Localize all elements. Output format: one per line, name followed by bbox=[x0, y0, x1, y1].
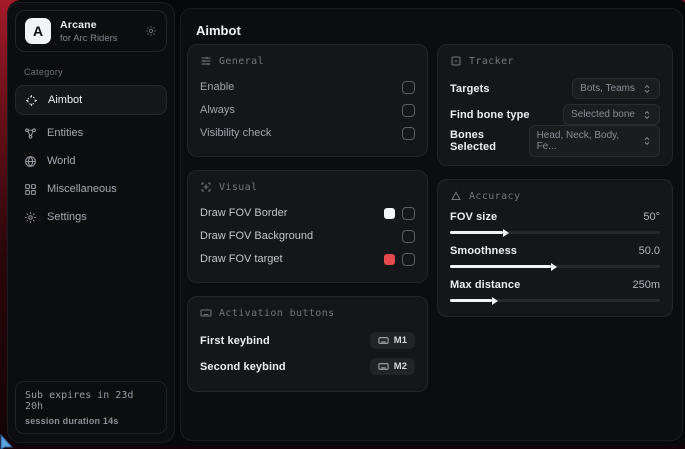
setting-row-targets: Targets Bots, Teams bbox=[450, 76, 660, 101]
category-label: Category bbox=[24, 67, 174, 77]
activation-card-header: Activation buttons bbox=[200, 307, 415, 319]
enable-checkbox[interactable] bbox=[402, 81, 415, 94]
sidebar-item-aimbot[interactable]: Aimbot bbox=[15, 85, 167, 115]
draw-fov-border-checkbox[interactable] bbox=[402, 207, 415, 220]
targets-dropdown[interactable]: Bots, Teams bbox=[572, 78, 660, 99]
setting-row-fov-size: FOV size 50° bbox=[450, 211, 660, 234]
color-swatch-red[interactable] bbox=[384, 254, 395, 265]
max-distance-slider[interactable] bbox=[450, 299, 660, 302]
sidebar-item-miscellaneous[interactable]: Miscellaneous bbox=[8, 175, 174, 203]
right-column: Tracker Targets Bots, Teams bbox=[437, 44, 673, 330]
smoothness-value: 50.0 bbox=[639, 245, 660, 257]
card-title: Activation buttons bbox=[219, 308, 335, 319]
setting-row-draw-fov-border: Draw FOV Border bbox=[200, 202, 415, 224]
setting-row-smoothness: Smoothness 50.0 bbox=[450, 245, 660, 268]
setting-row-always: Always bbox=[200, 99, 415, 121]
app-subtitle: for Arc Riders bbox=[60, 33, 118, 44]
general-card-header: General bbox=[200, 55, 415, 67]
sidebar-item-label: Settings bbox=[47, 211, 87, 223]
keyboard-icon bbox=[200, 307, 212, 319]
main-panel: Aimbot General Enable bbox=[180, 8, 683, 441]
card-title: Tracker bbox=[469, 56, 514, 67]
visibility-check-checkbox[interactable] bbox=[402, 127, 415, 140]
tracker-card: Tracker Targets Bots, Teams bbox=[437, 44, 673, 166]
always-checkbox[interactable] bbox=[402, 104, 415, 117]
page-title: Aimbot bbox=[196, 23, 241, 38]
app-logo: A bbox=[25, 18, 51, 44]
session-duration-text: session duration 14s bbox=[25, 416, 157, 426]
crosshair-icon bbox=[25, 94, 38, 107]
tracker-card-header: Tracker bbox=[450, 55, 660, 67]
bones-selected-dropdown[interactable]: Head, Neck, Body, Fe... bbox=[529, 125, 660, 157]
left-column: General Enable Always Visibility check bbox=[187, 44, 428, 405]
card-title: General bbox=[219, 56, 264, 67]
setting-row-second-keybind: Second keybind M2 bbox=[200, 354, 415, 379]
screen-background: A Arcane for Arc Riders Category bbox=[0, 0, 685, 449]
visual-card: Visual Draw FOV Border Draw FOV Backgrou… bbox=[187, 170, 428, 283]
chevrons-up-down-icon bbox=[642, 84, 652, 94]
chevrons-up-down-icon bbox=[642, 110, 652, 120]
max-distance-value: 250m bbox=[632, 279, 660, 291]
accuracy-card: Accuracy FOV size 50° Smoothness bbox=[437, 179, 673, 317]
draw-fov-background-checkbox[interactable] bbox=[402, 230, 415, 243]
find-bone-type-dropdown[interactable]: Selected bone bbox=[563, 104, 660, 125]
visual-card-header: Visual bbox=[200, 181, 415, 193]
sliders-icon bbox=[200, 55, 212, 67]
triangle-icon bbox=[450, 190, 462, 202]
sub-expires-text: Sub expires in 23d 20h bbox=[25, 390, 157, 412]
app-name: Arcane bbox=[60, 19, 118, 31]
mouse-cursor bbox=[0, 433, 18, 449]
draw-fov-target-checkbox[interactable] bbox=[402, 253, 415, 266]
app-window: A Arcane for Arc Riders Category bbox=[7, 0, 685, 445]
setting-row-first-keybind: First keybind M1 bbox=[200, 328, 415, 353]
setting-row-max-distance: Max distance 250m bbox=[450, 279, 660, 302]
sidebar-item-label: World bbox=[47, 155, 76, 167]
keyboard-icon bbox=[378, 361, 389, 372]
grid-icon bbox=[24, 183, 37, 196]
sidebar-item-label: Entities bbox=[47, 127, 83, 139]
accuracy-card-header: Accuracy bbox=[450, 190, 660, 202]
second-keybind-button[interactable]: M2 bbox=[370, 358, 415, 375]
setting-row-bones-selected: Bones Selected Head, Neck, Body, Fe... bbox=[450, 128, 660, 153]
slider-thumb[interactable] bbox=[503, 229, 509, 237]
globe-icon bbox=[24, 155, 37, 168]
smoothness-slider[interactable] bbox=[450, 265, 660, 268]
general-card: General Enable Always Visibility check bbox=[187, 44, 428, 157]
card-title: Visual bbox=[219, 182, 258, 193]
card-title: Accuracy bbox=[469, 191, 520, 202]
visual-icon bbox=[200, 181, 212, 193]
tracker-icon bbox=[450, 55, 462, 67]
sidebar-item-label: Aimbot bbox=[48, 94, 82, 106]
settings-gear-icon bbox=[24, 211, 37, 224]
setting-row-visibility-check: Visibility check bbox=[200, 122, 415, 144]
sidebar-item-label: Miscellaneous bbox=[47, 183, 117, 195]
sidebar: A Arcane for Arc Riders Category bbox=[7, 2, 175, 443]
gear-icon[interactable] bbox=[145, 25, 157, 37]
activation-card: Activation buttons First keybind M1 bbox=[187, 296, 428, 392]
setting-row-draw-fov-target: Draw FOV target bbox=[200, 248, 415, 270]
sidebar-item-entities[interactable]: Entities bbox=[8, 119, 174, 147]
keyboard-icon bbox=[378, 335, 389, 346]
setting-row-draw-fov-background: Draw FOV Background bbox=[200, 225, 415, 247]
subscription-box: Sub expires in 23d 20h session duration … bbox=[15, 381, 167, 434]
first-keybind-button[interactable]: M1 bbox=[370, 332, 415, 349]
fov-size-slider[interactable] bbox=[450, 231, 660, 234]
brand-card: A Arcane for Arc Riders bbox=[15, 10, 167, 52]
chevrons-up-down-icon bbox=[642, 136, 652, 146]
setting-row-enable: Enable bbox=[200, 76, 415, 98]
sidebar-item-world[interactable]: World bbox=[8, 147, 174, 175]
sidebar-item-settings[interactable]: Settings bbox=[8, 203, 174, 231]
slider-thumb[interactable] bbox=[492, 297, 498, 305]
entities-icon bbox=[24, 127, 37, 140]
brand-text: Arcane for Arc Riders bbox=[60, 19, 118, 44]
color-swatch-white[interactable] bbox=[384, 208, 395, 219]
slider-thumb[interactable] bbox=[551, 263, 557, 271]
setting-row-find-bone-type: Find bone type Selected bone bbox=[450, 102, 660, 127]
fov-size-value: 50° bbox=[643, 211, 660, 223]
